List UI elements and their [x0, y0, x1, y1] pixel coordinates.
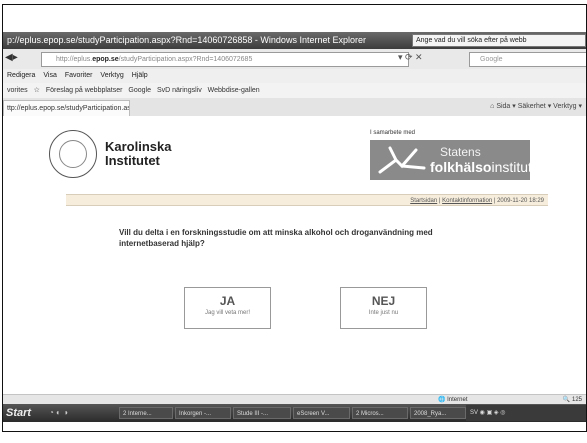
taskbar-item[interactable]: Inkorgen -... [175, 407, 231, 419]
ki-line2: Institutet [105, 153, 160, 168]
sfi-line2: folkhälsoinstitut [430, 159, 532, 175]
taskbar-item[interactable]: Stude III -... [233, 407, 291, 419]
partner-logo: I samarbete med Statens folkhälsoinstitu… [370, 130, 532, 188]
start-link[interactable]: Startsidan [410, 198, 437, 204]
sfi-line2-bold: folkhälso [430, 159, 492, 175]
window-titlebar: p://eplus.epop.se/studyParticipation.asp… [3, 32, 586, 49]
command-page[interactable]: Sida [496, 103, 510, 110]
command-tools[interactable]: Verktyg [553, 103, 576, 110]
sfi-line1: Statens [440, 145, 481, 159]
back-forward-buttons[interactable]: ◀▸ [5, 52, 35, 66]
ki-seal-icon [49, 130, 97, 178]
yes-subtitle: Jag vill veta mer! [204, 310, 250, 316]
menu-item-tools[interactable]: Verktyg [100, 72, 123, 79]
quick-launch[interactable]: ◔ ◐ ◑ [49, 407, 119, 419]
url-prefix: http://eplus. [56, 56, 93, 63]
ki-name: Karolinska Institutet [105, 140, 171, 168]
url-field[interactable]: http://eplus.epop.se/studyParticipation.… [41, 52, 409, 67]
study-question: Vill du delta i en forskningsstudie om a… [119, 228, 433, 248]
url-domain: epop.se [92, 56, 119, 63]
screenshot-frame: p://eplus.epop.se/studyParticipation.asp… [2, 4, 587, 432]
page-content: Karolinska Institutet I samarbete med St… [3, 116, 586, 394]
sfi-line2-rest: institut [491, 159, 532, 175]
taskbar: Start ◔ ◐ ◑ 2 Interne... Inkorgen -... S… [3, 404, 586, 422]
address-bar: ◀▸ http://eplus.epop.se/studyParticipati… [3, 49, 586, 70]
url-rest: /studyParticipation.aspx?Rnd=1406072685 [118, 56, 253, 63]
partner-label: I samarbete med [370, 130, 416, 136]
command-bar: ⌂ Sida ▾ Säkerhet ▾ Verktyg ▾ [490, 103, 582, 110]
menu-item-favorites[interactable]: Favoriter [65, 72, 93, 79]
command-security[interactable]: Säkerhet [518, 103, 546, 110]
system-tray: SV ◉ ▣ ◈ ◎ [466, 405, 586, 421]
sfi-logo: Statens folkhälsoinstitut [370, 140, 532, 180]
menu-item-edit[interactable]: Redigera [7, 72, 35, 79]
refresh-stop-buttons[interactable]: ▾ ⟳ ✕ [398, 52, 458, 66]
menu-item-help[interactable]: Hjälp [132, 72, 148, 79]
datetime: 2009-11-20 18:29 [497, 198, 544, 204]
info-bar: Startsidan | Kontaktinformation | 2009-1… [66, 194, 548, 206]
favorites-bar: vorites ☆ Föreslag på webbplatser Google… [3, 83, 586, 99]
taskbar-item[interactable]: 2 Micros... [352, 407, 408, 419]
zoom-value: 125 [571, 397, 582, 403]
ki-line1: Karolinska [105, 139, 172, 154]
language-indicator[interactable]: SV [470, 410, 478, 416]
no-subtitle: Inte just nu [368, 310, 399, 316]
search-tooltip: Ange vad du vill söka efter på webb [412, 34, 586, 47]
karolinska-logo: Karolinska Institutet [49, 128, 199, 180]
favorites-item[interactable]: Webbdise-gallen [208, 87, 260, 94]
zone-label: Internet [447, 397, 468, 403]
start-button[interactable]: Start [6, 406, 44, 420]
search-input[interactable]: Google [469, 52, 586, 67]
window-title: p://eplus.epop.se/studyParticipation.asp… [7, 35, 366, 45]
menu-bar: Redigera Visa Favoriter Verktyg Hjälp [3, 69, 586, 83]
yes-label: JA [219, 294, 236, 308]
menu-item-view[interactable]: Visa [43, 72, 57, 79]
star-icon[interactable]: ☆ [34, 87, 40, 94]
no-button[interactable]: NEJ Inte just nu [340, 287, 427, 329]
favorites-item[interactable]: Föreslag på webbplatser [46, 87, 123, 94]
favorites-item[interactable]: SvD näringsliv [157, 87, 202, 94]
favorites-label[interactable]: vorites [7, 87, 28, 94]
taskbar-item[interactable]: 2008_Rya... [410, 407, 466, 419]
taskbar-item[interactable]: 2 Interne... [119, 407, 173, 419]
tab-current[interactable]: ttp://eplus.epop.se/studyParticipation.a… [3, 100, 130, 117]
contact-link[interactable]: Kontaktinformation [442, 198, 492, 204]
yes-button[interactable]: JA Jag vill veta mer! [184, 287, 271, 329]
sfi-mark-icon [378, 146, 426, 174]
tab-bar: ttp://eplus.epop.se/studyParticipation.a… [3, 98, 586, 117]
favorites-item[interactable]: Google [128, 87, 151, 94]
taskbar-item[interactable]: eScreen V... [293, 407, 350, 419]
home-icon[interactable]: ⌂ [490, 103, 494, 110]
no-label: NEJ [371, 294, 396, 308]
